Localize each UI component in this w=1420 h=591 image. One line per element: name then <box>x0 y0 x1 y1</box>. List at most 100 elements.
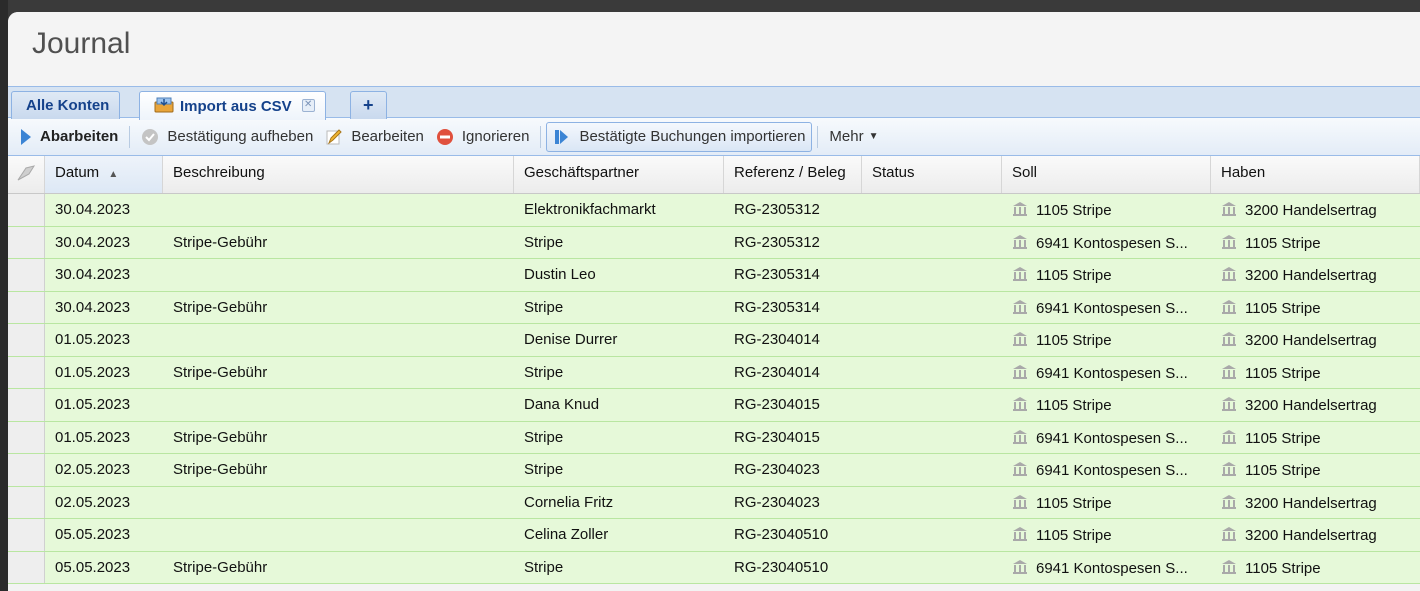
column-header-geschaeftspartner[interactable]: Geschäftspartner <box>514 156 724 193</box>
edit-button[interactable]: Bearbeiten <box>319 122 430 152</box>
column-header-datum[interactable]: Datum ▲ <box>45 156 163 193</box>
minus-circle-icon <box>436 128 454 146</box>
pencil-icon <box>325 128 343 146</box>
bank-icon <box>1221 429 1237 445</box>
row-handle[interactable] <box>8 194 45 226</box>
ignore-button[interactable]: Ignorieren <box>430 122 536 152</box>
cell-referenz: RG-2304015 <box>734 396 820 413</box>
table-row[interactable]: 30.04.2023 Stripe-Gebühr Stripe RG-2305314 6… <box>8 291 1420 324</box>
account-label: 6941 Kontospesen S... <box>1036 299 1188 317</box>
tab-import-aus-csv[interactable]: Import aus CSV ✕ <box>139 91 326 120</box>
check-circle-icon <box>141 128 159 146</box>
cell-status <box>862 324 1002 356</box>
cell-soll: 1105 Stripe <box>1002 519 1211 551</box>
bank-icon <box>1012 266 1028 282</box>
row-handle[interactable] <box>8 551 45 583</box>
unconfirm-label: Bestätigung aufheben <box>167 128 314 145</box>
account-label: 3200 Handelsertrag <box>1245 267 1377 284</box>
account-label: 3200 Handelsertrag <box>1245 332 1377 349</box>
row-handle[interactable] <box>8 226 45 258</box>
table-row[interactable]: 01.05.2023 Dana Knud RG-2304015 1105 Stripe… <box>8 389 1420 422</box>
table-row[interactable]: 01.05.2023 Denise Durrer RG-2304014 1105 St… <box>8 324 1420 357</box>
table-row[interactable]: 01.05.2023 Stripe-Gebühr Stripe RG-2304015 6… <box>8 421 1420 454</box>
cell-beschreibung <box>163 519 514 551</box>
column-header-beschreibung[interactable]: Beschreibung <box>163 156 514 193</box>
cell-status <box>862 552 1002 584</box>
table-row[interactable]: 30.04.2023 Elektronikfachmarkt RG-2305312 1… <box>8 194 1420 227</box>
import-confirmed-button[interactable]: Bestätigte Buchungen importieren <box>546 121 813 152</box>
account-label: 1105 Stripe <box>1245 429 1321 447</box>
account-label: 1105 Stripe <box>1245 234 1321 252</box>
row-handle[interactable] <box>8 486 45 518</box>
cell-datum: 01.05.2023 <box>55 363 131 381</box>
cell-datum: 30.04.2023 <box>55 298 131 316</box>
cell-geschaeftspartner: Stripe <box>524 461 564 478</box>
bank-icon <box>1221 364 1237 380</box>
cell-datum: 30.04.2023 <box>55 233 131 251</box>
cell-beschreibung: Stripe-Gebühr <box>173 428 268 446</box>
cell-beschreibung <box>163 194 514 226</box>
column-header-soll[interactable]: Soll <box>1002 156 1211 193</box>
table-row[interactable]: 05.05.2023 Celina Zoller RG-23040510 1105 S… <box>8 519 1420 552</box>
bank-icon <box>1012 331 1028 347</box>
caret-down-icon: ▼ <box>868 131 879 142</box>
more-menu-button[interactable]: Mehr ▼ <box>823 122 884 152</box>
account-label: 1105 Stripe <box>1245 462 1321 479</box>
bank-icon <box>1221 331 1237 347</box>
account-label: 3200 Handelsertrag <box>1245 397 1377 414</box>
tab-label: Import aus CSV <box>180 98 292 115</box>
row-handle[interactable] <box>8 291 45 323</box>
row-handle[interactable] <box>8 454 45 486</box>
bank-icon <box>1221 266 1237 282</box>
column-header-status[interactable]: Status <box>862 156 1002 193</box>
add-tab-button[interactable]: + <box>350 91 387 119</box>
cell-haben: 1105 Stripe <box>1211 292 1420 324</box>
bank-icon <box>1012 299 1028 315</box>
row-handle[interactable] <box>8 421 45 453</box>
bank-icon <box>1221 526 1237 542</box>
cell-beschreibung <box>163 389 514 421</box>
table-row[interactable]: 02.05.2023 Stripe-Gebühr Stripe RG-2304023 6… <box>8 454 1420 487</box>
column-header-referenz[interactable]: Referenz / Beleg <box>724 156 862 193</box>
cell-referenz: RG-23040510 <box>734 526 829 543</box>
cell-datum: 01.05.2023 <box>55 428 131 446</box>
row-handle[interactable] <box>8 389 45 421</box>
process-button[interactable]: Abarbeiten <box>14 122 124 152</box>
table-row[interactable]: 05.05.2023 Stripe-Gebühr Stripe RG-23040510… <box>8 551 1420 584</box>
bank-icon <box>1012 526 1028 542</box>
table-row[interactable]: 01.05.2023 Stripe-Gebühr Stripe RG-2304014 6… <box>8 356 1420 389</box>
cell-geschaeftspartner: Cornelia Fritz <box>524 493 614 511</box>
grid-body: 30.04.2023 Elektronikfachmarkt RG-2305312 1… <box>8 194 1420 584</box>
table-row[interactable]: 30.04.2023 Dustin Leo RG-2305314 1105 Strip… <box>8 259 1420 292</box>
column-header-haben[interactable]: Haben <box>1211 156 1420 193</box>
account-label: 3200 Handelsertrag <box>1245 527 1377 544</box>
row-handle[interactable] <box>8 259 45 291</box>
unconfirm-button[interactable]: Bestätigung aufheben <box>135 122 319 152</box>
bank-icon <box>1221 559 1237 575</box>
close-icon[interactable]: ✕ <box>301 99 315 112</box>
cell-haben: 1105 Stripe <box>1211 357 1420 389</box>
cell-datum: 02.05.2023 <box>55 461 131 478</box>
tab-alle-konten[interactable]: Alle Konten <box>11 91 121 119</box>
row-handle[interactable] <box>8 324 45 356</box>
cell-geschaeftspartner: Stripe <box>524 298 564 316</box>
cell-referenz: RG-2305312 <box>734 201 820 218</box>
table-row[interactable]: 30.04.2023 Stripe-Gebühr Stripe RG-2305312 6… <box>8 226 1420 259</box>
cell-haben: 3200 Handelsertrag <box>1211 324 1420 356</box>
account-label: 3200 Handelsertrag <box>1245 494 1377 512</box>
bank-icon <box>1221 396 1237 412</box>
ignore-label: Ignorieren <box>461 128 530 145</box>
column-menu-icon[interactable] <box>8 156 45 193</box>
column-label: Datum <box>55 164 100 181</box>
row-handle[interactable] <box>8 519 45 551</box>
cell-status <box>862 357 1002 389</box>
skip-forward-icon <box>553 128 571 146</box>
row-handle[interactable] <box>8 356 45 388</box>
bank-icon <box>1221 201 1237 217</box>
cell-status <box>862 194 1002 226</box>
desktop-background <box>0 0 8 591</box>
sort-asc-icon: ▲ <box>108 169 119 180</box>
cell-haben: 3200 Handelsertrag <box>1211 519 1420 551</box>
cell-status <box>862 227 1002 259</box>
table-row[interactable]: 02.05.2023 Cornelia Fritz RG-2304023 1105 S… <box>8 486 1420 519</box>
